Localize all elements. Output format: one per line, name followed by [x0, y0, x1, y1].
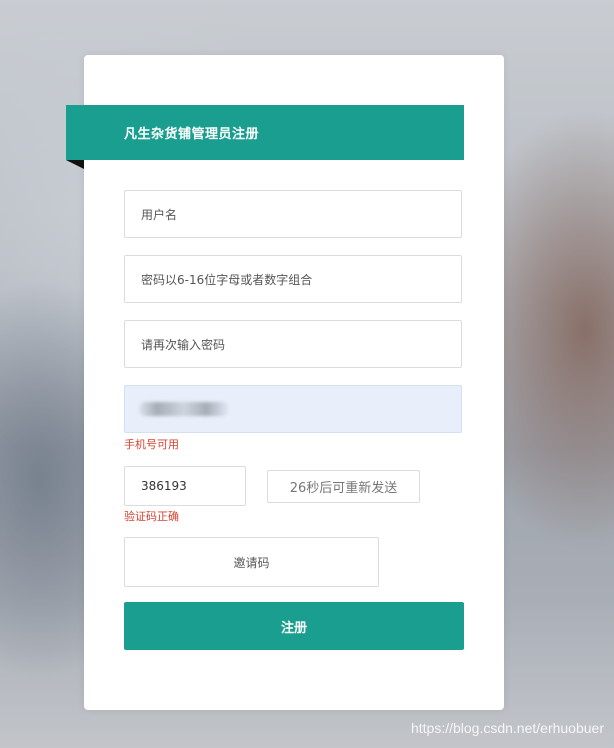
watermark: https://blog.csdn.net/erhuobuer — [410, 720, 604, 736]
invite-code-input[interactable]: 邀请码 — [124, 537, 379, 587]
ribbon-fold — [66, 160, 84, 169]
confirm-password-placeholder: 请再次输入密码 — [141, 337, 226, 352]
register-card: 凡生杂货铺管理员注册 用户名 密码以6-16位字母或者数字组合 请再次输入密码 … — [66, 55, 504, 710]
title-ribbon: 凡生杂货铺管理员注册 — [66, 105, 464, 160]
phone-input[interactable] — [124, 385, 462, 433]
confirm-password-input[interactable]: 请再次输入密码 — [124, 320, 462, 368]
phone-status-message: 手机号可用 — [124, 438, 179, 451]
password-placeholder: 密码以6-16位字母或者数字组合 — [141, 272, 313, 287]
password-input[interactable]: 密码以6-16位字母或者数字组合 — [124, 255, 462, 303]
register-button[interactable]: 注册 — [124, 602, 464, 650]
verification-code-input[interactable]: 386193 — [124, 466, 246, 506]
username-input[interactable]: 用户名 — [124, 190, 462, 238]
verification-code-value: 386193 — [141, 479, 187, 493]
resend-code-button[interactable]: 26秒后可重新发送 — [267, 470, 420, 503]
form-title: 凡生杂货铺管理员注册 — [124, 127, 260, 142]
phone-value-redacted — [139, 402, 229, 416]
code-status-message: 验证码正确 — [124, 510, 179, 523]
username-placeholder: 用户名 — [141, 207, 178, 222]
invite-code-placeholder: 邀请码 — [233, 555, 270, 570]
